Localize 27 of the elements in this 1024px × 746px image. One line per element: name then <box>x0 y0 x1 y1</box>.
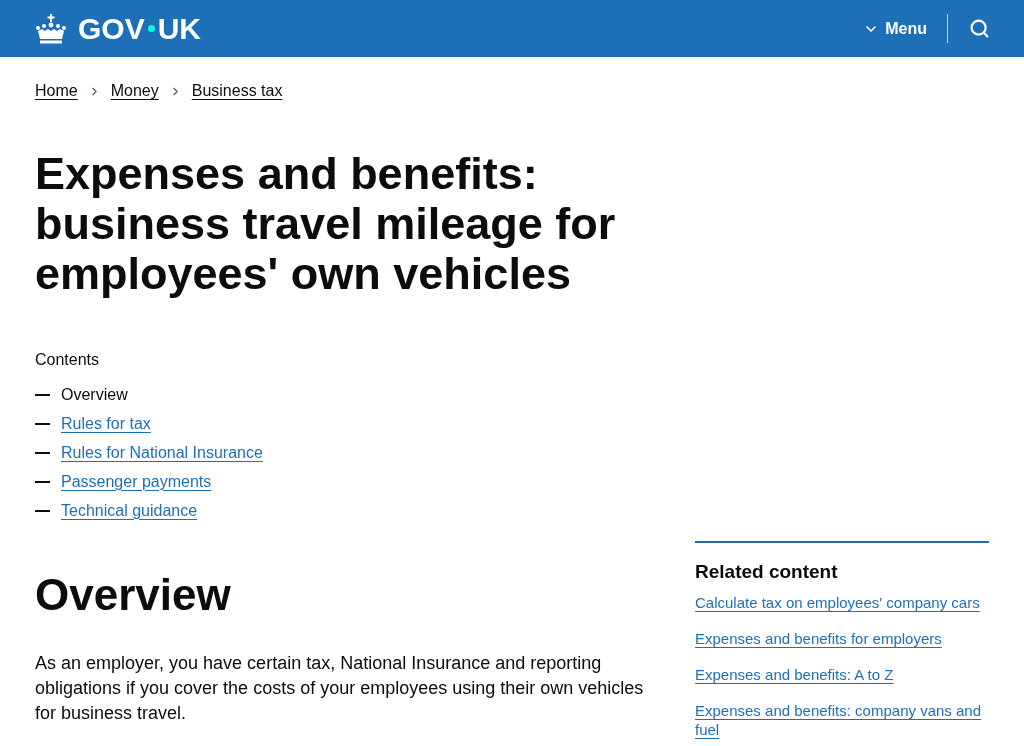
related-link[interactable]: Expenses and benefits for employers <box>695 629 942 648</box>
breadcrumb-link[interactable]: Home <box>35 79 78 103</box>
section-heading: Overview <box>35 570 231 620</box>
body-paragraph: As an employer, you have certain tax, National Insurance and reporting obligations if you cover the costs of your employees using their own vehicles for business travel. <box>35 652 645 725</box>
dash-icon <box>35 509 50 512</box>
related-content-heading: Related content <box>695 560 838 584</box>
dash-icon <box>35 451 50 454</box>
contents-link[interactable]: Technical guidance <box>61 498 198 523</box>
related-link[interactable]: Expenses and benefits: A to Z <box>695 665 894 684</box>
contents-current-item: Overview <box>61 384 128 405</box>
breadcrumb-link[interactable]: Money <box>110 79 159 103</box>
contents-link[interactable]: Rules for National Insurance <box>61 440 263 465</box>
breadcrumb-link[interactable]: Business tax <box>191 79 283 103</box>
contents-link[interactable]: Rules for tax <box>61 411 151 436</box>
related-link[interactable]: Expenses and benefits: company vans and fuel <box>695 701 989 739</box>
dash-icon <box>35 480 50 483</box>
contents-link[interactable]: Passenger payments <box>61 469 212 494</box>
crown-icon <box>35 13 67 44</box>
logo-text[interactable]: UK <box>157 13 202 44</box>
search-icon <box>969 18 990 39</box>
dash-icon <box>35 422 50 425</box>
contents-heading: Contents <box>35 350 100 370</box>
page-title: Expenses and benefits: business travel mileage for employees' own vehicles <box>35 149 617 299</box>
related-link[interactable]: Calculate tax on employees' company cars <box>695 593 980 612</box>
logo-text[interactable]: GOV <box>78 13 145 44</box>
dash-icon <box>35 393 50 396</box>
menu-button[interactable]: Menu <box>863 16 947 41</box>
